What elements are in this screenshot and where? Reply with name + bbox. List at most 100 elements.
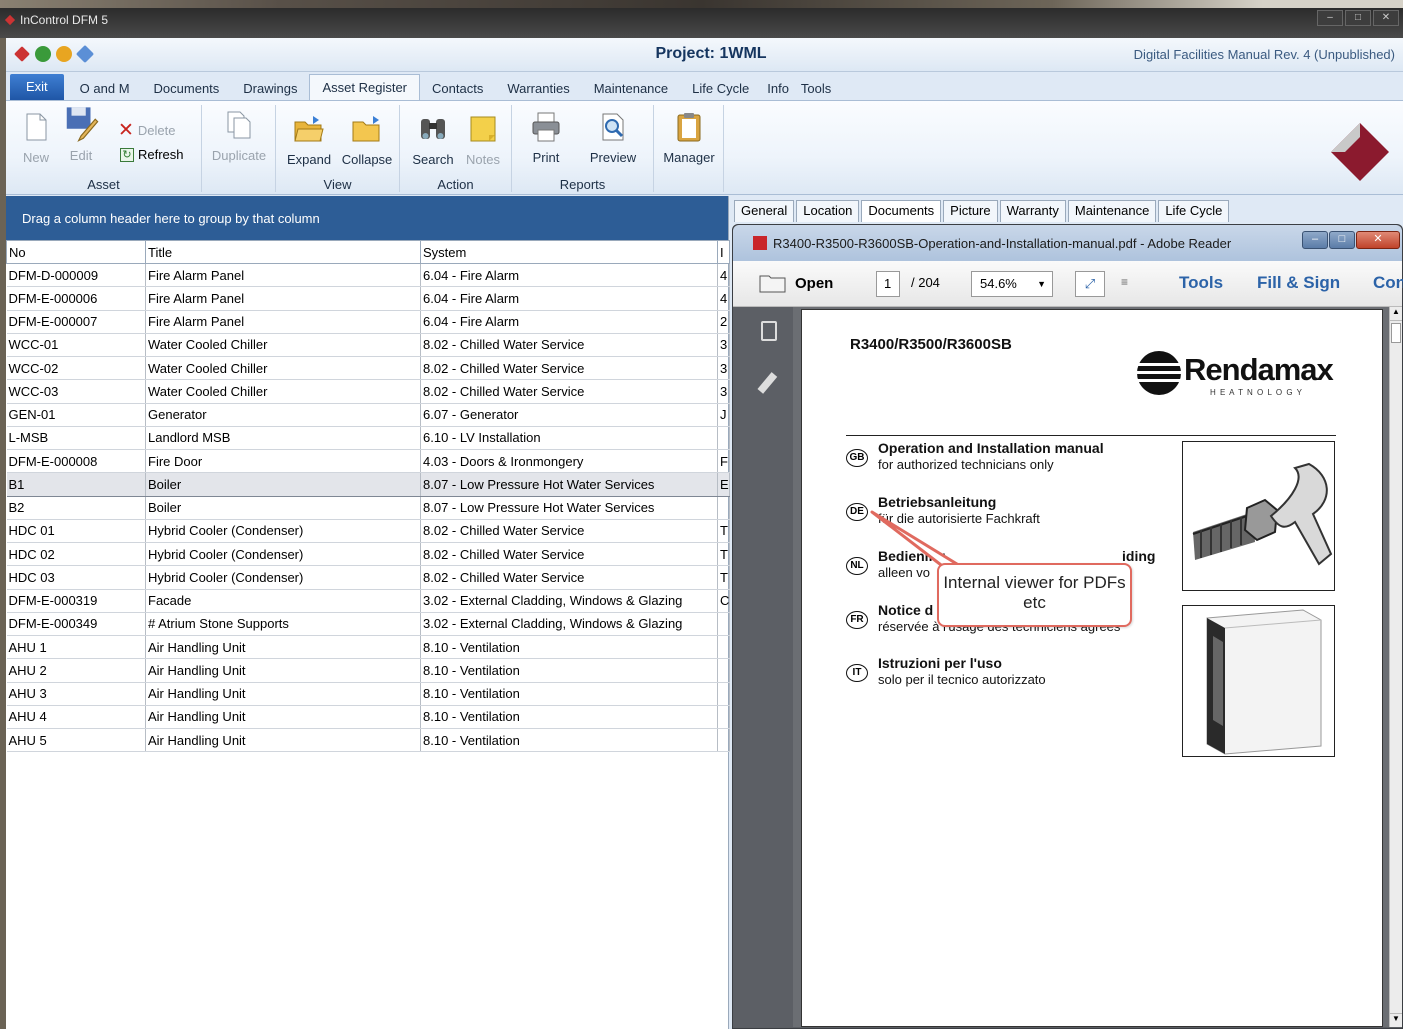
fill-sign-button[interactable]: Fill & Sign bbox=[1257, 273, 1340, 293]
cell-system: 8.07 - Low Pressure Hot Water Services bbox=[420, 496, 718, 520]
attachments-icon[interactable]: ❚ bbox=[753, 366, 783, 398]
search-button[interactable]: Search bbox=[410, 113, 456, 167]
table-row[interactable]: DFM-E-000007 Fire Alarm Panel 6.04 - Fire … bbox=[6, 310, 730, 334]
comment-button[interactable]: Con bbox=[1373, 273, 1403, 293]
chevron-down-icon: ▼ bbox=[1037, 279, 1046, 289]
table-row[interactable]: DFM-E-000008 Fire Door 4.03 - Doors & Iron… bbox=[6, 449, 730, 474]
cell-title: Water Cooled Chiller bbox=[145, 379, 421, 404]
cell-extra: T bbox=[717, 542, 730, 567]
zoom-value: 54.6% bbox=[980, 276, 1017, 291]
minimize-button[interactable]: – bbox=[1317, 10, 1343, 26]
cell-extra bbox=[717, 705, 730, 730]
cell-title: Hybrid Cooler (Condenser) bbox=[145, 519, 421, 544]
detail-tab-location[interactable]: Location bbox=[796, 200, 860, 222]
table-row[interactable]: L-MSB Landlord MSB 6.10 - LV Installation bbox=[6, 426, 730, 451]
table-row[interactable]: WCC-02 Water Cooled Chiller 8.02 - Chilled… bbox=[6, 356, 730, 381]
group-by-hint[interactable]: Drag a column header here to group by th… bbox=[6, 196, 728, 240]
close-button[interactable]: ✕ bbox=[1373, 10, 1399, 26]
pdf-close-button[interactable]: ✕ bbox=[1356, 231, 1400, 249]
tab-maintenance[interactable]: Maintenance bbox=[582, 78, 680, 100]
expand-button[interactable]: Expand bbox=[282, 113, 336, 167]
cell-title: Boiler bbox=[145, 472, 421, 497]
ribbon-group-manager: Manager bbox=[654, 105, 724, 192]
duplicate-button[interactable]: Duplicate bbox=[208, 109, 270, 163]
table-row[interactable]: AHU 5 Air Handling Unit 8.10 - Ventilation bbox=[6, 728, 730, 753]
table-row[interactable]: HDC 01 Hybrid Cooler (Condenser) 8.02 - Ch… bbox=[6, 519, 730, 544]
cell-title: Facade bbox=[145, 589, 421, 613]
cell-extra bbox=[717, 682, 730, 706]
table-row[interactable]: WCC-03 Water Cooled Chiller 8.02 - Chilled… bbox=[6, 379, 730, 404]
new-button[interactable]: New bbox=[16, 111, 56, 165]
toolbar-overflow-icon[interactable]: ≡ bbox=[1121, 275, 1128, 289]
scroll-thumb[interactable] bbox=[1391, 323, 1401, 343]
scroll-up-arrow[interactable]: ▲ bbox=[1390, 307, 1402, 321]
table-row[interactable]: DFM-D-000009 Fire Alarm Panel 6.04 - Fire … bbox=[6, 263, 730, 288]
detail-tabs: General Location Documents Picture Warra… bbox=[734, 200, 1231, 222]
table-row[interactable]: AHU 1 Air Handling Unit 8.10 - Ventilation bbox=[6, 635, 730, 660]
tab-info[interactable]: Info bbox=[761, 78, 795, 100]
open-button[interactable]: Open bbox=[759, 273, 833, 293]
pdf-vertical-scrollbar[interactable]: ▲ ▼ bbox=[1389, 307, 1402, 1027]
tab-drawings[interactable]: Drawings bbox=[231, 78, 309, 100]
detail-tab-life-cycle[interactable]: Life Cycle bbox=[1158, 200, 1230, 222]
page-number-input[interactable]: 1 bbox=[876, 271, 900, 297]
table-row[interactable]: DFM-E-000349 # Atrium Stone Supports 3.02 … bbox=[6, 612, 730, 637]
detail-tab-maintenance[interactable]: Maintenance bbox=[1067, 200, 1157, 222]
preview-button[interactable]: Preview bbox=[580, 111, 646, 165]
zoom-select[interactable]: 54.6% ▼ bbox=[971, 271, 1053, 297]
pages-panel-icon[interactable] bbox=[761, 321, 777, 341]
language-title: Betriebsanleitung bbox=[878, 494, 997, 510]
cell-system: 4.03 - Doors & Ironmongery bbox=[420, 449, 718, 474]
pdf-minimize-button[interactable]: – bbox=[1302, 231, 1328, 249]
tab-o-and-m[interactable]: O and M bbox=[68, 78, 142, 100]
detail-tab-warranty[interactable]: Warranty bbox=[999, 200, 1066, 222]
notes-button[interactable]: Notes bbox=[460, 113, 506, 167]
tab-warranties[interactable]: Warranties bbox=[495, 78, 581, 100]
edit-button[interactable]: Edit bbox=[61, 105, 101, 163]
fit-page-button[interactable]: ⤢ bbox=[1075, 271, 1105, 297]
pdf-maximize-button[interactable]: □ bbox=[1329, 231, 1355, 249]
tools-button[interactable]: Tools bbox=[1179, 273, 1223, 293]
boiler-image bbox=[1206, 609, 1322, 755]
rendamax-logo-mark bbox=[1136, 351, 1182, 395]
table-row[interactable]: B2 Boiler 8.07 - Low Pressure Hot Water Se… bbox=[6, 496, 730, 520]
tab-contacts[interactable]: Contacts bbox=[420, 78, 495, 100]
delete-button[interactable]: ✕ Delete bbox=[118, 119, 176, 142]
table-row[interactable]: GEN-01 Generator 6.07 - Generator J bbox=[6, 403, 730, 427]
table-row[interactable]: AHU 2 Air Handling Unit 8.10 - Ventilation bbox=[6, 658, 730, 683]
cell-no: DFM-E-000008 bbox=[6, 449, 146, 474]
table-row[interactable]: AHU 3 Air Handling Unit 8.10 - Ventilation bbox=[6, 682, 730, 706]
cell-title: Landlord MSB bbox=[145, 426, 421, 451]
tab-life-cycle[interactable]: Life Cycle bbox=[680, 78, 761, 100]
table-row[interactable]: DFM-E-000319 Facade 3.02 - External Claddi… bbox=[6, 589, 730, 613]
column-header-system[interactable]: System bbox=[420, 240, 718, 264]
manager-button[interactable]: Manager bbox=[660, 111, 718, 165]
detail-tab-documents[interactable]: Documents bbox=[861, 200, 942, 222]
maximize-button[interactable]: □ bbox=[1345, 10, 1371, 26]
action-group-label: Action bbox=[437, 177, 474, 192]
collapse-button[interactable]: Collapse bbox=[338, 113, 396, 167]
scroll-down-arrow[interactable]: ▼ bbox=[1390, 1013, 1402, 1027]
cell-no: GEN-01 bbox=[6, 403, 146, 427]
tab-tools[interactable]: Tools bbox=[795, 78, 837, 100]
table-row[interactable]: AHU 4 Air Handling Unit 8.10 - Ventilation bbox=[6, 705, 730, 730]
view-group-label: View bbox=[323, 177, 352, 192]
detail-tab-picture[interactable]: Picture bbox=[943, 200, 998, 222]
folder-open-icon bbox=[294, 116, 324, 142]
pdf-viewer-title: R3400-R3500-R3600SB-Operation-and-Instal… bbox=[773, 236, 1232, 251]
table-row[interactable]: WCC-01 Water Cooled Chiller 8.02 - Chilled… bbox=[6, 333, 730, 358]
table-row[interactable]: HDC 02 Hybrid Cooler (Condenser) 8.02 - Ch… bbox=[6, 542, 730, 567]
print-button[interactable]: Print bbox=[518, 111, 574, 165]
cell-extra bbox=[717, 612, 730, 637]
column-header-extra[interactable]: I bbox=[717, 240, 730, 264]
tab-documents[interactable]: Documents bbox=[142, 78, 232, 100]
table-row[interactable]: HDC 03 Hybrid Cooler (Condenser) 8.02 - Ch… bbox=[6, 565, 730, 590]
table-row[interactable]: DFM-E-000006 Fire Alarm Panel 6.04 - Fire … bbox=[6, 286, 730, 311]
tab-asset-register[interactable]: Asset Register bbox=[309, 74, 421, 100]
tab-exit[interactable]: Exit bbox=[10, 74, 64, 100]
refresh-button[interactable]: ↻ Refresh bbox=[120, 147, 184, 162]
column-header-title[interactable]: Title bbox=[145, 240, 421, 264]
detail-tab-general[interactable]: General bbox=[734, 200, 795, 222]
column-header-no[interactable]: No bbox=[6, 240, 146, 264]
table-row[interactable]: B1 Boiler 8.07 - Low Pressure Hot Water Se… bbox=[6, 472, 730, 497]
